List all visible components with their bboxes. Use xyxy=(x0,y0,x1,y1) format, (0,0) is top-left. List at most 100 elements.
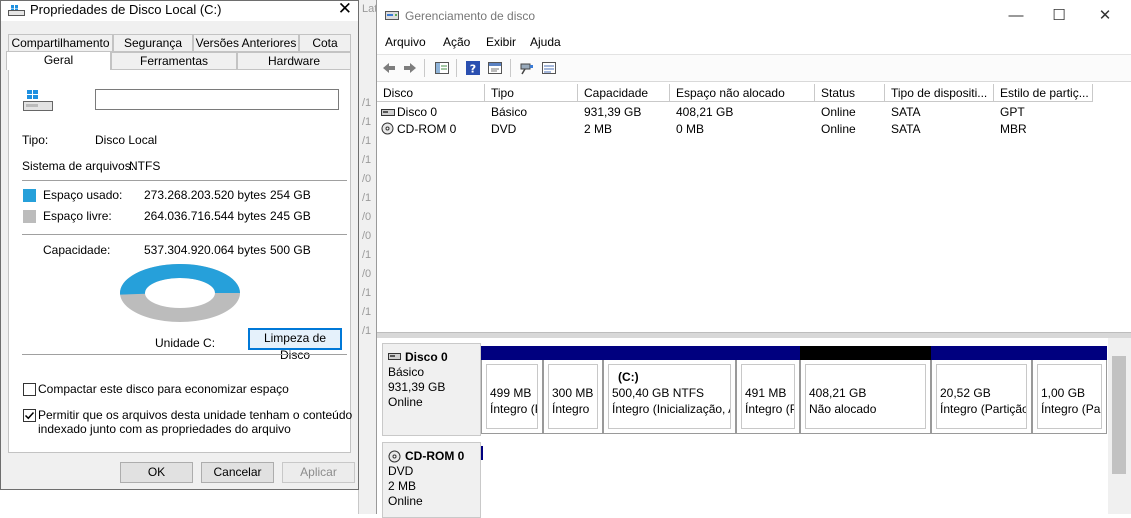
ok-button[interactable]: OK xyxy=(120,462,193,483)
disk-type: Básico xyxy=(388,365,425,379)
tab-seguranca[interactable]: Segurança xyxy=(113,34,193,52)
graphical-disk-view: Disco 0 Básico 931,39 GB Online 499 MB Ín… xyxy=(377,338,1131,518)
cell-tipo-dispositivo: SATA xyxy=(891,105,921,119)
cell-disco: Disco 0 xyxy=(397,105,438,119)
partition-color-bar xyxy=(931,346,1032,360)
column-header-estilo-particao[interactable]: Estilo de partiç... xyxy=(994,84,1093,102)
close-icon[interactable]: ✕ xyxy=(338,0,352,19)
partition-block[interactable]: 300 MB Íntegro xyxy=(543,346,603,434)
divider xyxy=(22,354,347,355)
partition-block[interactable]: (C:) 500,40 GB NTFS Íntegro (Inicialização… xyxy=(603,346,736,434)
disk-cleanup-button[interactable]: Limpeza de Disco xyxy=(248,328,342,362)
tab-cota[interactable]: Cota xyxy=(299,34,351,52)
window-title: Gerenciamento de disco xyxy=(405,9,536,23)
properties-icon[interactable] xyxy=(487,60,503,76)
column-header-status[interactable]: Status xyxy=(815,84,885,102)
partition-line1: 408,21 GB xyxy=(809,386,867,400)
forward-arrow-icon[interactable] xyxy=(402,60,418,76)
column-header-disco[interactable]: Disco xyxy=(377,84,485,102)
free-space-size: 245 GB xyxy=(270,209,311,223)
toolbar: ? xyxy=(377,54,1131,82)
menu-arquivo[interactable]: Arquivo xyxy=(385,35,426,49)
cell-status: Online xyxy=(821,122,856,136)
back-arrow-icon[interactable] xyxy=(381,60,397,76)
column-header-tipo[interactable]: Tipo xyxy=(485,84,578,102)
partition-line1: 20,52 GB xyxy=(940,386,991,400)
background-fragment: /1 xyxy=(362,135,372,147)
partition-block[interactable]: 499 MB Íntegro (P xyxy=(481,346,543,434)
tab-ferramentas[interactable]: Ferramentas xyxy=(111,52,237,70)
compress-checkbox[interactable] xyxy=(23,383,36,396)
tab-hardware[interactable]: Hardware xyxy=(237,52,351,70)
partition-info: 408,21 GB Não alocado xyxy=(805,364,926,429)
cell-capacidade: 931,39 GB xyxy=(584,105,642,119)
hard-disk-icon xyxy=(388,353,401,360)
cell-status: Online xyxy=(821,105,856,119)
partition-color-bar xyxy=(736,346,800,360)
scrollbar-thumb[interactable] xyxy=(1112,356,1126,474)
toolbar-separator xyxy=(424,59,425,77)
used-space-size: 254 GB xyxy=(270,188,311,202)
background-fragment: /1 xyxy=(362,97,372,109)
properties-dialog: Propriedades de Disco Local (C:) ✕ Compa… xyxy=(0,0,359,490)
menu-acao[interactable]: Ação xyxy=(443,35,470,49)
partition-body: 408,21 GB Não alocado xyxy=(800,360,931,434)
free-space-label: Espaço livre: xyxy=(43,209,112,223)
file-system-value: NTFS xyxy=(129,159,161,173)
menu-ajuda[interactable]: Ajuda xyxy=(530,35,561,49)
general-tab-panel: Tipo: Disco Local Sistema de arquivos: N… xyxy=(8,69,352,453)
column-header-capacidade[interactable]: Capacidade xyxy=(578,84,670,102)
graph-vertical-scrollbar[interactable] xyxy=(1108,338,1131,514)
cell-capacidade: 2 MB xyxy=(584,122,613,136)
tab-versoes-anteriores[interactable]: Versões Anteriores xyxy=(193,34,299,52)
connect-icon[interactable] xyxy=(519,60,535,76)
partition-block[interactable]: 1,00 GB Íntegro (Pa xyxy=(1032,346,1107,434)
disk-name: CD-ROM 0 xyxy=(405,449,465,463)
cell-tipo: DVD xyxy=(491,122,517,136)
capacity-bytes: 537.304.920.064 bytes xyxy=(144,243,267,257)
minimize-button[interactable]: — xyxy=(993,0,1039,31)
menu-exibir[interactable]: Exibir xyxy=(486,35,516,49)
tab-compartilhamento[interactable]: Compartilhamento xyxy=(8,34,113,52)
apply-button[interactable]: Aplicar xyxy=(282,462,355,483)
disk-size: 931,39 GB xyxy=(388,380,446,394)
partition-info: 20,52 GB Íntegro (Partição xyxy=(936,364,1027,429)
partition-block[interactable]: 408,21 GB Não alocado xyxy=(800,346,931,434)
index-checkbox[interactable] xyxy=(23,409,36,422)
background-fragment: /1 xyxy=(362,287,372,299)
disk-type: DVD xyxy=(388,464,414,478)
partition-title: (C:) xyxy=(618,370,639,384)
background-fragment: /1 xyxy=(362,306,372,318)
partition-info: 491 MB Íntegro (P xyxy=(741,364,795,429)
drive-name-input[interactable] xyxy=(95,89,339,110)
partition-line2: Íntegro (P xyxy=(490,402,538,416)
cdrom-0-header[interactable]: CD-ROM 0 DVD 2 MB Online xyxy=(382,442,481,518)
background-fragment: /0 xyxy=(362,211,372,223)
partition-block[interactable]: 20,52 GB Íntegro (Partição xyxy=(931,346,1032,434)
local-disk-icon xyxy=(23,90,53,111)
column-header-espaco-nao-alocado[interactable]: Espaço não alocado xyxy=(670,84,815,102)
svg-text:?: ? xyxy=(470,63,476,76)
partition-block[interactable]: 491 MB Íntegro (P xyxy=(736,346,800,434)
cell-espaco-nao-alocado: 408,21 GB xyxy=(676,105,734,119)
disk-name: Disco 0 xyxy=(405,350,448,364)
capacity-label: Capacidade: xyxy=(43,243,111,257)
partition-color-bar xyxy=(800,346,931,360)
column-header-tipo-dispositivo[interactable]: Tipo de dispositi... xyxy=(885,84,994,102)
partition-color-bar xyxy=(603,346,736,360)
cancel-button[interactable]: Cancelar xyxy=(201,462,274,483)
background-fragment: /1 xyxy=(362,249,372,261)
list-view-icon[interactable] xyxy=(541,60,557,76)
free-space-bytes: 264.036.716.544 bytes xyxy=(144,209,267,223)
console-tree-icon[interactable] xyxy=(434,60,450,76)
maximize-button[interactable]: ☐ xyxy=(1036,0,1082,31)
tab-geral[interactable]: Geral xyxy=(6,51,111,70)
partition-line2: Íntegro (Pa xyxy=(1041,402,1101,416)
disk-0-header[interactable]: Disco 0 Básico 931,39 GB Online xyxy=(382,343,481,436)
partition-line1: 499 MB xyxy=(490,386,532,400)
help-icon[interactable]: ? xyxy=(465,60,481,76)
close-button[interactable]: ✕ xyxy=(1082,0,1128,31)
free-space-swatch xyxy=(23,210,36,223)
background-fragment: /1 xyxy=(362,192,372,204)
index-label-line2: indexado junto com as propriedades do ar… xyxy=(38,422,291,436)
